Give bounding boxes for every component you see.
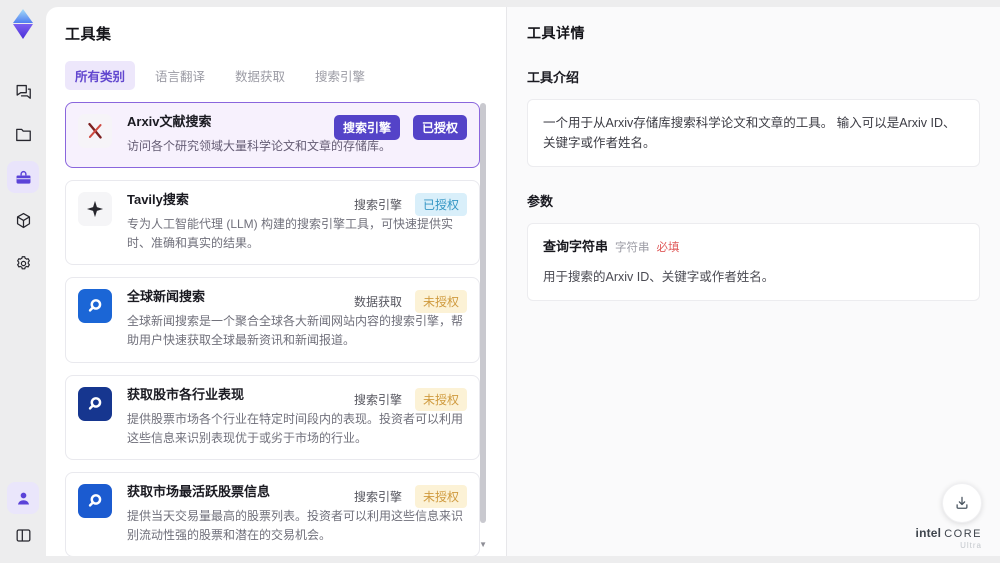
news-search-logo-icon <box>78 289 112 324</box>
category-tabs: 所有类别 语言翻译 数据获取 搜索引擎 <box>65 61 506 90</box>
sidebar-item[interactable] <box>7 161 39 193</box>
scrollbar-thumb[interactable] <box>480 103 486 523</box>
tool-details-panel: 工具详情 工具介绍 一个用于从Arxiv存储库搜索科学论文和文章的工具。 输入可… <box>506 7 1000 556</box>
tool-card[interactable]: 获取市场最活跃股票信息 提供当天交易量最高的股票列表。投资者可以利用这些信息来识… <box>65 471 480 556</box>
category-badge: 搜索引擎 <box>333 115 400 140</box>
left-rail <box>0 0 46 563</box>
rail-bottom <box>0 482 46 551</box>
tool-card[interactable]: 获取股市各行业表现 提供股票市场各个行业在特定时间段内的表现。投资者可以利用这些… <box>65 374 480 460</box>
details-title: 工具详情 <box>527 25 585 41</box>
sidebar-item[interactable] <box>7 118 39 150</box>
tool-description: 提供当天交易量最高的股票列表。投资者可以利用这些信息来识别流动性强的股票和潜在的… <box>127 508 464 542</box>
category-badge: 数据获取 <box>353 295 402 310</box>
cube-icon <box>14 211 33 230</box>
category-badge: 搜索引擎 <box>353 392 402 407</box>
auth-status-badge: 已授权 <box>412 115 467 140</box>
sidebar-bottom-item[interactable] <box>7 519 39 551</box>
category-tab[interactable]: 搜索引擎 <box>305 61 375 90</box>
user-icon <box>14 489 33 508</box>
tool-list: Arxiv文献搜索 访问各个研究领域大量科学论文和文章的存储库。 搜索引擎 已授… <box>65 102 480 556</box>
tavily-logo-icon <box>78 192 112 227</box>
parameter-type: 字符串 <box>615 242 650 254</box>
sidebar-item[interactable] <box>7 247 39 279</box>
panel-icon <box>14 526 33 545</box>
main-content: 工具集 所有类别 语言翻译 数据获取 搜索引擎 Arxiv文献搜索 访问各个研究… <box>46 7 1000 556</box>
intel-core-logo: intel CORE Ultra <box>915 525 982 551</box>
parameter-name: 查询字符串 <box>543 239 609 254</box>
sidebar-item[interactable] <box>7 75 39 107</box>
app-logo <box>6 7 40 43</box>
arxiv-logo-icon <box>78 114 112 148</box>
active-stocks-logo-icon <box>78 483 112 518</box>
intro-heading: 工具介绍 <box>527 70 580 85</box>
parameter-row: 查询字符串 字符串 必填 用于搜索的Arxiv ID、关键字或作者姓名。 <box>543 237 964 287</box>
auth-status-badge: 已授权 <box>414 193 467 217</box>
auth-status-badge: 未授权 <box>414 290 467 314</box>
page-title: 工具集 <box>65 26 112 43</box>
category-tab[interactable]: 所有类别 <box>65 61 136 90</box>
gear-icon <box>14 254 33 273</box>
parameter-required-flag: 必填 <box>656 242 680 254</box>
tool-description: 专为人工智能代理 (LLM) 构建的搜索引擎工具，可快速提供实时、准确和真实的结… <box>127 216 454 251</box>
sidebar-item[interactable] <box>7 204 39 236</box>
category-tab[interactable]: 数据获取 <box>225 61 295 90</box>
toolbox-icon <box>14 168 33 187</box>
folder-icon <box>14 125 33 144</box>
category-badge: 搜索引擎 <box>353 198 402 213</box>
auth-status-badge: 未授权 <box>414 484 467 508</box>
tool-card[interactable]: Tavily搜索 专为人工智能代理 (LLM) 构建的搜索引擎工具，可快速提供实… <box>65 180 480 266</box>
auth-status-badge: 未授权 <box>414 387 467 411</box>
chat-icon <box>14 82 33 101</box>
tool-card[interactable]: 全球新闻搜索 全球新闻搜索是一个聚合全球各大新闻网站内容的搜索引擎，帮助用户快速… <box>65 277 480 363</box>
scrollbar-down-arrow[interactable]: ▼ <box>479 541 487 549</box>
download-button[interactable] <box>942 483 982 523</box>
tool-description: 提供股票市场各个行业在特定时间段内的表现。投资者可以利用这些信息来识别表现优于或… <box>127 411 464 445</box>
params-box: 查询字符串 字符串 必填 用于搜索的Arxiv ID、关键字或作者姓名。 <box>527 223 980 301</box>
toolset-panel: 工具集 所有类别 语言翻译 数据获取 搜索引擎 Arxiv文献搜索 访问各个研究… <box>46 7 506 556</box>
sidebar-bottom-item[interactable] <box>7 482 39 514</box>
category-tab[interactable]: 语言翻译 <box>145 61 215 90</box>
industry-performance-logo-icon <box>78 386 112 421</box>
rail-nav <box>7 75 39 279</box>
tool-card[interactable]: Arxiv文献搜索 访问各个研究领域大量科学论文和文章的存储库。 搜索引擎 已授… <box>65 102 480 169</box>
category-badge: 搜索引擎 <box>353 489 402 504</box>
parameter-description: 用于搜索的Arxiv ID、关键字或作者姓名。 <box>543 269 775 284</box>
tool-description: 全球新闻搜索是一个聚合全球各大新闻网站内容的搜索引擎，帮助用户快速获取全球最新资… <box>127 314 464 348</box>
download-icon <box>953 494 971 512</box>
intro-text-box: 一个用于从Arxiv存储库搜索科学论文和文章的工具。 输入可以是Arxiv ID… <box>527 99 980 167</box>
params-heading: 参数 <box>527 194 554 209</box>
